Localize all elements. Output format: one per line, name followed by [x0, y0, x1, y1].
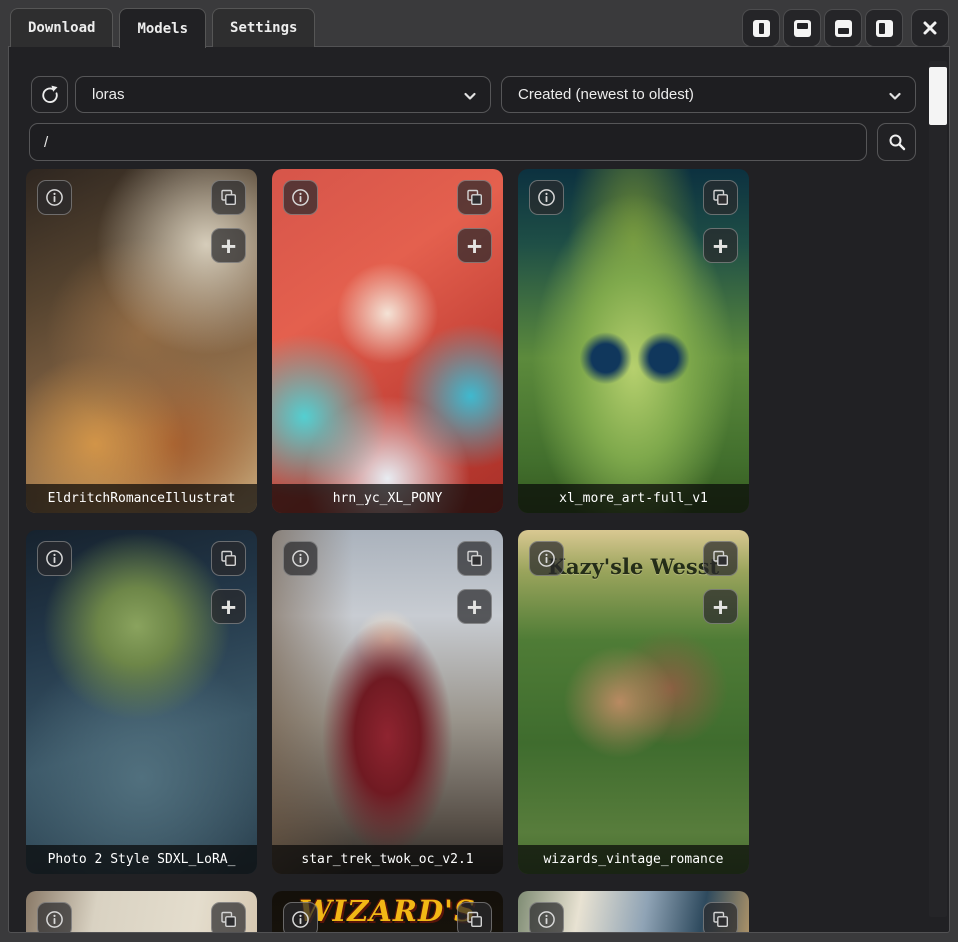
layout-panel-bottom-button[interactable]: [824, 9, 862, 47]
info-icon: [537, 910, 556, 929]
models-panel: loras Created (newest to oldest): [8, 46, 950, 933]
card-copy-button[interactable]: [211, 541, 246, 576]
info-icon: [291, 910, 310, 929]
sort-select[interactable]: Created (newest to oldest): [501, 76, 916, 113]
model-card-grid: + EldritchRomanceIllustrat + hrn_yc_XL_P…: [26, 169, 916, 933]
info-icon: [291, 549, 310, 568]
refresh-icon: [39, 84, 61, 106]
layout-panel-top-icon: [794, 20, 811, 37]
card-label: star_trek_twok_oc_v2.1: [272, 845, 503, 874]
copy-icon: [219, 549, 238, 568]
card-label: xl_more_art-full_v1: [518, 484, 749, 513]
layout-panel-bottom-icon: [835, 20, 852, 37]
card-info-button[interactable]: [283, 180, 318, 215]
tab-settings[interactable]: Settings: [212, 8, 315, 47]
scrollbar-thumb[interactable]: [929, 67, 947, 125]
card-label: EldritchRomanceIllustrat: [26, 484, 257, 513]
copy-icon: [711, 910, 730, 929]
model-type-select[interactable]: loras: [75, 76, 491, 113]
card-info-button[interactable]: [37, 180, 72, 215]
card-copy-button[interactable]: [703, 180, 738, 215]
copy-icon: [711, 549, 730, 568]
card-info-button[interactable]: [529, 902, 564, 933]
model-card-8[interactable]: WIZARD'S +: [272, 891, 503, 933]
layout-split-vertical-button[interactable]: [742, 9, 780, 47]
plus-icon: +: [221, 594, 236, 619]
card-copy-button[interactable]: [703, 902, 738, 933]
chevron-down-icon: [885, 86, 905, 106]
info-icon: [45, 910, 64, 929]
tab-download[interactable]: Download: [10, 8, 113, 47]
close-button[interactable]: [911, 9, 949, 47]
model-card-2[interactable]: + hrn_yc_XL_PONY: [272, 169, 503, 513]
plus-icon: +: [221, 233, 236, 258]
window-controls: [742, 9, 949, 47]
layout-panel-top-button[interactable]: [783, 9, 821, 47]
model-card-4[interactable]: + Photo 2 Style SDXL_LoRA_: [26, 530, 257, 874]
model-card-6[interactable]: Kazy'sle Wesst + wizards_vintage_romance: [518, 530, 749, 874]
copy-icon: [465, 910, 484, 929]
card-add-button[interactable]: +: [703, 228, 738, 263]
plus-icon: +: [713, 594, 728, 619]
info-icon: [291, 188, 310, 207]
card-copy-button[interactable]: [211, 902, 246, 933]
card-info-button[interactable]: [37, 902, 72, 933]
card-add-button[interactable]: +: [211, 228, 246, 263]
chevron-down-icon: [460, 86, 480, 106]
card-info-button[interactable]: [283, 541, 318, 576]
layout-split-vertical-icon: [753, 20, 770, 37]
model-card-7[interactable]: +: [26, 891, 257, 933]
refresh-button[interactable]: [31, 76, 68, 113]
plus-icon: +: [467, 233, 482, 258]
copy-icon: [219, 188, 238, 207]
copy-icon: [219, 910, 238, 929]
card-add-button[interactable]: +: [457, 228, 492, 263]
model-card-3[interactable]: + xl_more_art-full_v1: [518, 169, 749, 513]
tab-bar: DownloadModelsSettings: [10, 8, 315, 47]
copy-icon: [711, 188, 730, 207]
card-info-button[interactable]: [529, 541, 564, 576]
card-copy-button[interactable]: [457, 541, 492, 576]
sort-value: Created (newest to oldest): [518, 86, 694, 103]
card-info-button[interactable]: [283, 902, 318, 933]
info-icon: [45, 188, 64, 207]
card-add-button[interactable]: +: [457, 589, 492, 624]
layout-panel-left-icon: [876, 20, 893, 37]
card-add-button[interactable]: +: [703, 589, 738, 624]
info-icon: [537, 188, 556, 207]
card-add-button[interactable]: +: [211, 589, 246, 624]
search-input[interactable]: [29, 123, 867, 161]
copy-icon: [465, 549, 484, 568]
tab-models[interactable]: Models: [119, 8, 206, 48]
model-type-value: loras: [92, 86, 125, 103]
card-copy-button[interactable]: [457, 902, 492, 933]
search-button[interactable]: [877, 123, 916, 161]
info-icon: [537, 549, 556, 568]
card-copy-button[interactable]: [211, 180, 246, 215]
card-label: Photo 2 Style SDXL_LoRA_: [26, 845, 257, 874]
plus-icon: +: [467, 594, 482, 619]
card-info-button[interactable]: [37, 541, 72, 576]
copy-icon: [465, 188, 484, 207]
card-copy-button[interactable]: [703, 541, 738, 576]
layout-panel-left-button[interactable]: [865, 9, 903, 47]
model-card-5[interactable]: + star_trek_twok_oc_v2.1: [272, 530, 503, 874]
card-label: wizards_vintage_romance: [518, 845, 749, 874]
info-icon: [45, 549, 64, 568]
close-icon: [920, 18, 940, 38]
card-copy-button[interactable]: [457, 180, 492, 215]
search-icon: [887, 132, 907, 152]
card-label: hrn_yc_XL_PONY: [272, 484, 503, 513]
model-card-9[interactable]: +: [518, 891, 749, 933]
model-card-1[interactable]: + EldritchRomanceIllustrat: [26, 169, 257, 513]
plus-icon: +: [713, 233, 728, 258]
vertical-scrollbar[interactable]: [929, 61, 947, 917]
card-info-button[interactable]: [529, 180, 564, 215]
